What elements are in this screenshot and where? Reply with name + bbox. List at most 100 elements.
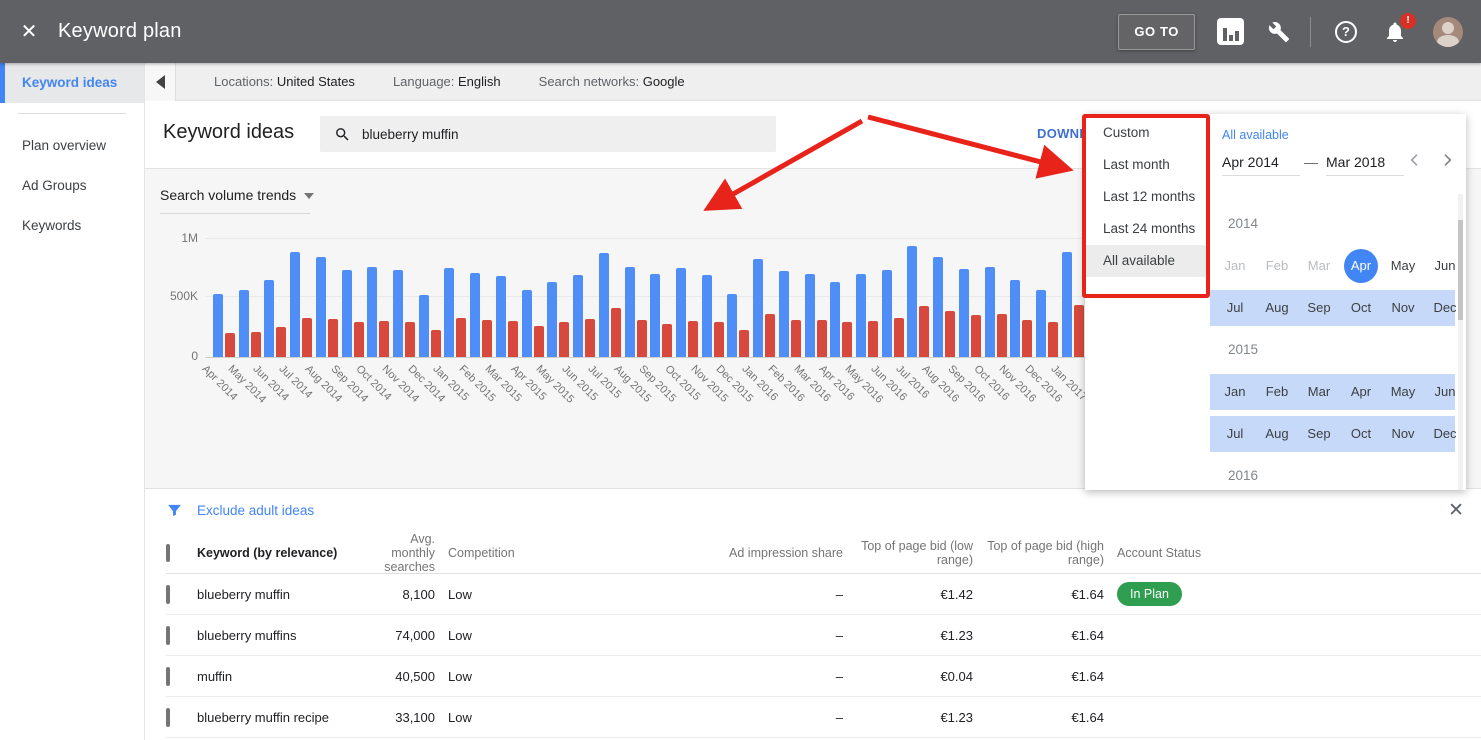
close-icon[interactable]: ✕ — [17, 19, 41, 44]
month-cell-feb-2015[interactable]: Feb — [1256, 371, 1298, 413]
month-cell-jan-2015[interactable]: Jan — [1214, 371, 1256, 413]
top-bid-high-cell: €1.64 — [973, 587, 1104, 602]
month-cell-sep-2015[interactable]: Sep — [1298, 413, 1340, 455]
chart-bar-red — [379, 321, 389, 357]
avg-searches-cell: 33,100 — [367, 710, 435, 725]
preset-all-available-link[interactable]: All available — [1222, 128, 1289, 142]
chart-bar-red — [971, 315, 981, 357]
month-cell-dec-2014[interactable]: Dec — [1424, 287, 1456, 329]
bell-icon[interactable]: ! — [1383, 20, 1407, 44]
select-all-checkbox[interactable] — [166, 544, 170, 562]
sidebar-item-label: Plan overview — [22, 138, 106, 153]
month-cell-may-2014[interactable]: May — [1382, 245, 1424, 287]
language-value: English — [458, 74, 501, 89]
sidebar-item-ad-groups[interactable]: Ad Groups — [0, 166, 144, 206]
chart-bar-blue — [239, 290, 249, 357]
x-axis-label: Oct 2016 — [971, 363, 1011, 403]
month-cell-nov-2014[interactable]: Nov — [1382, 287, 1424, 329]
month-cell-aug-2014[interactable]: Aug — [1256, 287, 1298, 329]
panel-scrollbar-thumb[interactable] — [1458, 220, 1463, 320]
month-cell-aug-2015[interactable]: Aug — [1256, 413, 1298, 455]
bar-chart-icon[interactable] — [1217, 18, 1244, 45]
chart-bar-blue — [522, 290, 532, 357]
month-cell-jun-2015[interactable]: Jun — [1424, 371, 1456, 413]
x-axis-label: Dec 2016 — [1023, 363, 1065, 405]
x-axis-label: Nov 2015 — [688, 363, 730, 405]
sidebar-item-keyword-ideas[interactable]: Keyword ideas — [0, 63, 144, 103]
table-row[interactable]: muffin40,500Low–€0.04€1.64 — [166, 656, 1481, 697]
trends-dropdown[interactable]: Search volume trends — [160, 187, 314, 203]
chevron-left-icon[interactable] — [1407, 152, 1423, 168]
x-axis-label: Apr 2016 — [817, 363, 857, 403]
date-range-option-custom[interactable]: Custom — [1085, 117, 1210, 149]
month-cell-sep-2014[interactable]: Sep — [1298, 287, 1340, 329]
col-keyword: Keyword (by relevance) — [197, 546, 367, 560]
month-cell-oct-2014[interactable]: Oct — [1340, 287, 1382, 329]
end-date-input[interactable]: Mar 2018 — [1326, 150, 1404, 176]
chart-bar-blue — [650, 274, 660, 357]
help-icon[interactable]: ? — [1335, 21, 1357, 43]
chart-bar-red — [405, 322, 415, 357]
month-cell-oct-2015[interactable]: Oct — [1340, 413, 1382, 455]
locations-setting[interactable]: Locations: United States — [214, 74, 355, 89]
month-cell-jul-2015[interactable]: Jul — [1214, 413, 1256, 455]
chart-bar-blue — [393, 270, 403, 357]
month-cell-jan-2014: Jan — [1214, 245, 1256, 287]
table-row[interactable]: blueberry muffin8,100Low–€1.42€1.64In Pl… — [166, 574, 1481, 615]
search-input[interactable] — [362, 127, 742, 142]
month-cell-mar-2015[interactable]: Mar — [1298, 371, 1340, 413]
sidebar-item-keywords[interactable]: Keywords — [0, 206, 144, 246]
table-row[interactable]: blueberry muffins74,000Low–€1.23€1.64 — [166, 615, 1481, 656]
language-setting[interactable]: Language: English — [393, 74, 501, 89]
exclude-adult-ideas-link[interactable]: Exclude adult ideas — [197, 503, 314, 518]
col-ad-impression-share: Ad impression share — [615, 546, 843, 560]
table-row[interactable]: blueberry muffin recipe33,100Low–€1.23€1… — [166, 697, 1481, 738]
go-to-button[interactable]: GO TO — [1118, 14, 1195, 50]
top-bid-low-cell: €1.23 — [843, 710, 973, 725]
avg-searches-cell: 8,100 — [367, 587, 435, 602]
row-checkbox[interactable] — [166, 667, 170, 686]
date-range-option-last-month[interactable]: Last month — [1085, 149, 1210, 181]
month-cell-may-2015[interactable]: May — [1382, 371, 1424, 413]
row-checkbox[interactable] — [166, 626, 170, 645]
keyword-cell: blueberry muffin recipe — [197, 710, 367, 725]
networks-setting[interactable]: Search networks: Google — [539, 74, 685, 89]
chart-bar-blue — [213, 294, 223, 357]
close-icon[interactable]: ✕ — [1448, 499, 1464, 522]
chart-bar-blue — [702, 275, 712, 357]
month-cell-dec-2015[interactable]: Dec — [1424, 413, 1456, 455]
avatar[interactable] — [1433, 17, 1463, 47]
language-label: Language: — [393, 74, 454, 89]
ad-impression-share-cell: – — [615, 669, 843, 684]
top-bid-low-cell: €0.04 — [843, 669, 973, 684]
month-cell-nov-2015[interactable]: Nov — [1382, 413, 1424, 455]
chart-bar-red — [328, 319, 338, 357]
chart-bar-red — [662, 324, 672, 357]
start-date-input[interactable]: Apr 2014 — [1222, 150, 1300, 176]
filter-bar: Exclude adult ideas ✕ — [145, 489, 1481, 532]
app-bar: ✕ Keyword plan GO TO ? ! — [0, 0, 1481, 63]
chart-bar-red — [868, 321, 878, 357]
download-link[interactable]: DOWNL — [1037, 126, 1088, 141]
row-checkbox[interactable] — [166, 708, 170, 727]
y-tick: 1M — [150, 231, 198, 245]
chart-bar-red — [559, 322, 569, 357]
row-checkbox[interactable] — [166, 585, 170, 604]
month-cell-jul-2014[interactable]: Jul — [1214, 287, 1256, 329]
sidebar: Keyword ideas Plan overview Ad GroupsKeywo… — [0, 63, 145, 740]
x-axis-label: Apr 2015 — [508, 363, 548, 403]
chart-bar-blue — [444, 268, 454, 357]
chevron-right-icon[interactable] — [1439, 152, 1455, 168]
month-cell-jun-2014[interactable]: Jun — [1424, 245, 1456, 287]
month-cell-apr-2014[interactable]: Apr — [1340, 245, 1382, 287]
keyword-table-card: Exclude adult ideas ✕ Keyword (by releva… — [145, 488, 1481, 740]
sidebar-item-plan-overview[interactable]: Plan overview — [0, 126, 144, 166]
wrench-icon[interactable] — [1268, 21, 1290, 43]
collapse-back-button[interactable] — [145, 63, 176, 101]
chart-bar-blue — [779, 271, 789, 357]
active-indicator — [0, 63, 5, 103]
month-cell-apr-2015[interactable]: Apr — [1340, 371, 1382, 413]
chart-bar-blue — [573, 275, 583, 357]
top-bid-high-cell: €1.64 — [973, 628, 1104, 643]
chart-bar-red — [611, 308, 621, 357]
